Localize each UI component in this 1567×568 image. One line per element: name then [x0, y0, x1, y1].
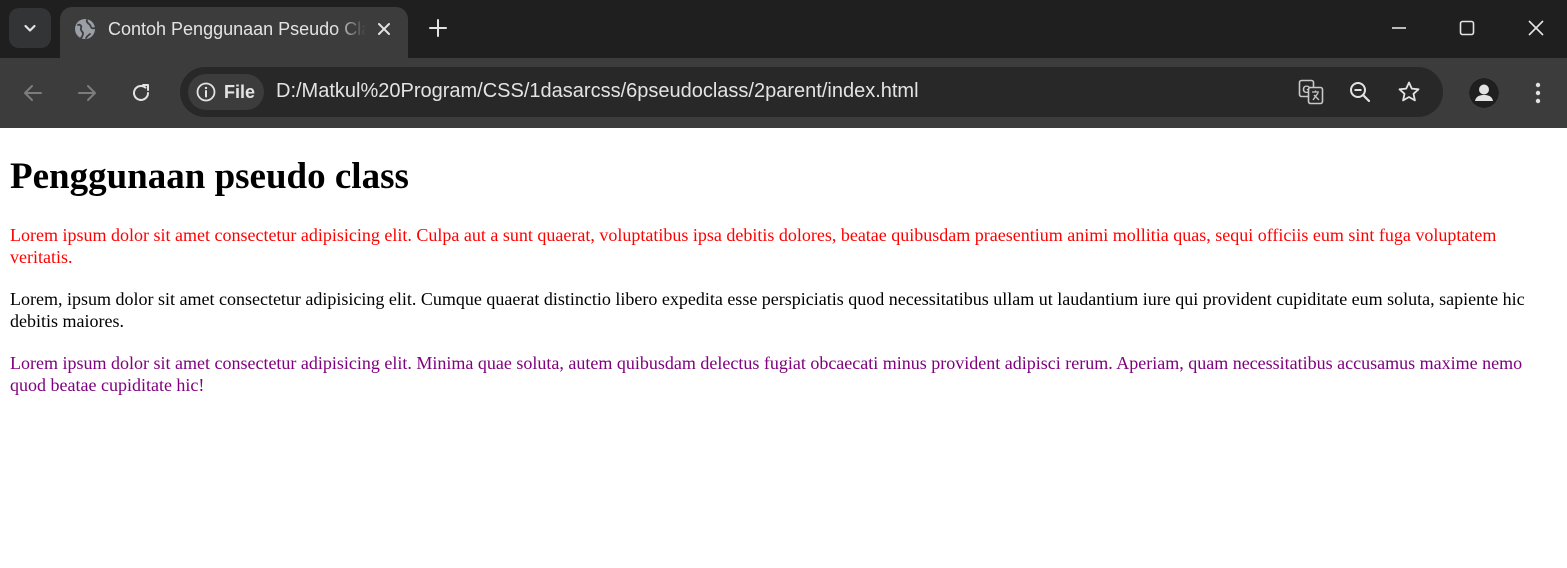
site-info-chip[interactable]: File: [188, 74, 264, 110]
forward-button[interactable]: [73, 79, 101, 107]
arrow-left-icon: [24, 85, 42, 101]
address-bar[interactable]: File D:/Matkul%20Program/CSS/1dasarcss/6…: [180, 67, 1443, 117]
page-content: Penggunaan pseudo class Lorem ipsum dolo…: [0, 156, 1567, 396]
zoom-button[interactable]: [1346, 78, 1374, 106]
page-heading: Penggunaan pseudo class: [10, 156, 409, 197]
back-button[interactable]: [19, 79, 47, 107]
zoom-out-icon: [1350, 82, 1371, 103]
person-icon: [1469, 78, 1499, 108]
translate-icon: G: [1298, 79, 1324, 105]
site-info-label: File: [224, 82, 256, 102]
paragraph-purple: Lorem ipsum dolor sit amet consectetur a…: [10, 353, 1523, 395]
minimize-button[interactable]: [1385, 14, 1413, 42]
reload-icon: [133, 84, 149, 101]
browser-tab[interactable]: Contoh Penggunaan Pseudo Class: [60, 7, 408, 58]
paragraph-red: Lorem ipsum dolor sit amet consectetur a…: [10, 225, 1497, 267]
more-vertical-icon: [1535, 82, 1541, 104]
paragraph-black: Lorem, ipsum dolor sit amet consectetur …: [10, 289, 1525, 331]
minimize-icon: [1392, 27, 1406, 29]
info-icon: [196, 82, 216, 102]
window-close-button[interactable]: [1522, 14, 1550, 42]
tab-title: Contoh Penggunaan Pseudo Class: [108, 19, 366, 39]
bookmark-button[interactable]: [1395, 78, 1423, 106]
maximize-icon: [1459, 20, 1475, 36]
tab-close-button[interactable]: [372, 17, 396, 41]
tab-search-button[interactable]: [9, 8, 51, 48]
close-icon: [378, 23, 390, 35]
close-icon: [1528, 20, 1544, 36]
translate-button[interactable]: G: [1297, 78, 1325, 106]
arrow-right-icon: [78, 85, 96, 101]
browser-toolbar: File D:/Matkul%20Program/CSS/1dasarcss/6…: [0, 58, 1567, 128]
new-tab-button[interactable]: [424, 14, 452, 42]
browser-menu-button[interactable]: [1524, 79, 1552, 107]
url-text[interactable]: D:/Matkul%20Program/CSS/1dasarcss/6pseud…: [276, 80, 919, 103]
maximize-button[interactable]: [1453, 14, 1481, 42]
reload-button[interactable]: [127, 79, 155, 107]
plus-icon: [429, 19, 447, 37]
profile-avatar[interactable]: [1469, 78, 1499, 108]
chevron-down-icon: [24, 24, 36, 32]
globe-icon: [75, 19, 96, 39]
star-icon: [1398, 81, 1420, 102]
tab-strip: Contoh Penggunaan Pseudo Class: [0, 0, 1567, 58]
